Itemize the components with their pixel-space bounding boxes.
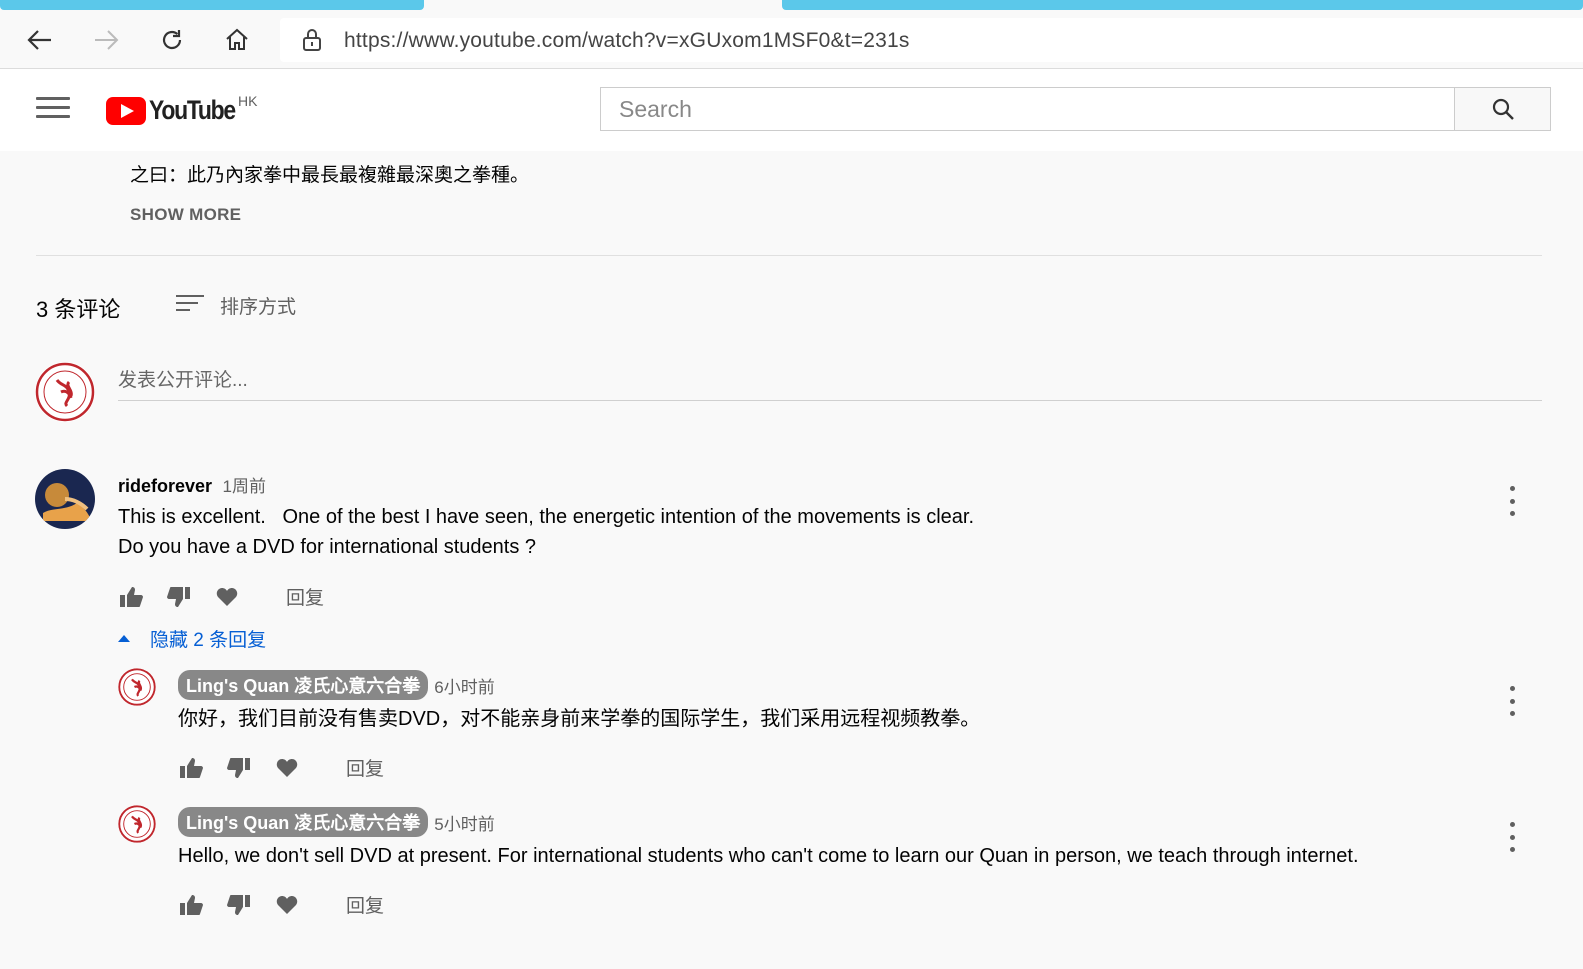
heart-icon xyxy=(276,895,298,914)
reply-button[interactable]: 回复 xyxy=(286,583,324,610)
dislike-button[interactable] xyxy=(226,755,252,781)
sort-by-button[interactable]: 排序方式 xyxy=(176,292,296,318)
comment-input[interactable] xyxy=(118,362,1542,401)
avatar-image xyxy=(35,469,95,529)
home-button[interactable] xyxy=(219,22,255,58)
comment-time[interactable]: 1周前 xyxy=(223,477,266,496)
thumbs-up-icon xyxy=(180,757,203,778)
tab-strip xyxy=(0,0,1583,12)
thumbs-down-icon xyxy=(227,894,250,915)
heart-button[interactable] xyxy=(214,584,240,610)
thumbs-up-icon xyxy=(120,586,143,607)
youtube-play-icon xyxy=(106,97,146,125)
search-input[interactable] xyxy=(601,88,1421,130)
reply-avatar[interactable] xyxy=(118,805,156,843)
show-more-button[interactable]: SHOW MORE xyxy=(130,205,241,225)
reload-icon xyxy=(162,30,182,50)
reply-button[interactable]: 回复 xyxy=(346,891,384,918)
reply-time[interactable]: 6小时前 xyxy=(434,673,494,698)
browser-toolbar: https://www.youtube.com/watch?v=xGUxom1M… xyxy=(0,12,1583,69)
my-avatar[interactable] xyxy=(35,362,95,422)
like-button[interactable] xyxy=(178,892,204,918)
forward-button[interactable] xyxy=(88,22,124,58)
sort-icon xyxy=(176,294,204,316)
dislike-button[interactable] xyxy=(226,892,252,918)
back-button[interactable] xyxy=(22,22,58,58)
url-text[interactable]: https://www.youtube.com/watch?v=xGUxom1M… xyxy=(344,29,910,53)
reply-header: Ling's Quan 凌氏心意六合拳 5小时前 xyxy=(178,807,495,837)
reply-header: Ling's Quan 凌氏心意六合拳 6小时前 xyxy=(178,670,495,700)
browser-tab[interactable] xyxy=(0,0,424,10)
seal-logo-icon xyxy=(35,362,95,422)
comment-actions: 回复 xyxy=(118,583,324,610)
divider xyxy=(36,255,1542,256)
thumbs-down-icon xyxy=(227,757,250,778)
heart-button[interactable] xyxy=(274,892,300,918)
reply-menu-button[interactable] xyxy=(1502,822,1522,852)
reply-text: Hello, we don't sell DVD at present. For… xyxy=(178,845,1359,867)
search-icon xyxy=(1492,98,1514,120)
thumbs-up-icon xyxy=(180,894,203,915)
forward-arrow-icon xyxy=(95,30,119,50)
reply-button[interactable]: 回复 xyxy=(346,754,384,781)
like-button[interactable] xyxy=(178,755,204,781)
comment-text: This is excellent. One of the best I hav… xyxy=(118,502,974,562)
heart-icon xyxy=(216,587,238,606)
owner-author-chip[interactable]: Ling's Quan 凌氏心意六合拳 xyxy=(178,807,429,837)
comment-header: rideforever 1周前 xyxy=(118,472,266,497)
heart-button[interactable] xyxy=(274,755,300,781)
description-text: 之曰：此乃內家拳中最長最複雜最深奧之拳種。 xyxy=(130,165,530,186)
owner-author-chip[interactable]: Ling's Quan 凌氏心意六合拳 xyxy=(178,670,429,700)
reply-menu-button[interactable] xyxy=(1502,686,1522,716)
hide-replies-label: 隐藏 2 条回复 xyxy=(150,630,267,651)
like-button[interactable] xyxy=(118,584,144,610)
back-arrow-icon xyxy=(27,30,51,50)
search-button[interactable] xyxy=(1455,87,1551,131)
sort-by-label: 排序方式 xyxy=(220,296,297,318)
home-icon xyxy=(226,28,248,50)
youtube-header: YouTube HK xyxy=(0,69,1583,151)
region-code: HK xyxy=(237,93,258,109)
youtube-logo[interactable]: YouTube HK xyxy=(106,93,257,127)
reply-actions: 回复 xyxy=(178,754,384,781)
browser-tab[interactable] xyxy=(782,0,1583,10)
reload-button[interactable] xyxy=(154,22,190,58)
comment-text-line: This is excellent. One of the best I hav… xyxy=(118,506,975,528)
thumbs-down-icon xyxy=(167,586,190,607)
reply-avatar[interactable] xyxy=(118,668,156,706)
address-bar[interactable]: https://www.youtube.com/watch?v=xGUxom1M… xyxy=(280,18,1583,62)
comment-count: 3 条评论 xyxy=(36,297,121,322)
comment-text-line: Do you have a DVD for international stud… xyxy=(118,536,537,558)
reply-time[interactable]: 5小时前 xyxy=(434,810,494,835)
caret-up-icon xyxy=(118,635,130,642)
comment-author[interactable]: rideforever xyxy=(118,476,212,496)
dislike-button[interactable] xyxy=(166,584,192,610)
hide-replies-button[interactable]: 隐藏 2 条回复 xyxy=(118,625,266,652)
commenter-avatar[interactable] xyxy=(35,469,95,529)
lock-icon xyxy=(303,29,321,51)
reply-actions: 回复 xyxy=(178,891,384,918)
seal-logo-icon xyxy=(118,805,156,843)
logo-wordmark: YouTube xyxy=(149,95,236,125)
search-box[interactable] xyxy=(600,87,1455,131)
reply-text: 你好，我们目前没有售卖DVD，对不能亲身前来学拳的国际学生，我们采用远程视频教拳… xyxy=(178,708,981,730)
comment-menu-button[interactable] xyxy=(1502,486,1522,516)
hamburger-menu-button[interactable] xyxy=(36,97,70,123)
heart-icon xyxy=(276,758,298,777)
seal-logo-icon xyxy=(118,668,156,706)
